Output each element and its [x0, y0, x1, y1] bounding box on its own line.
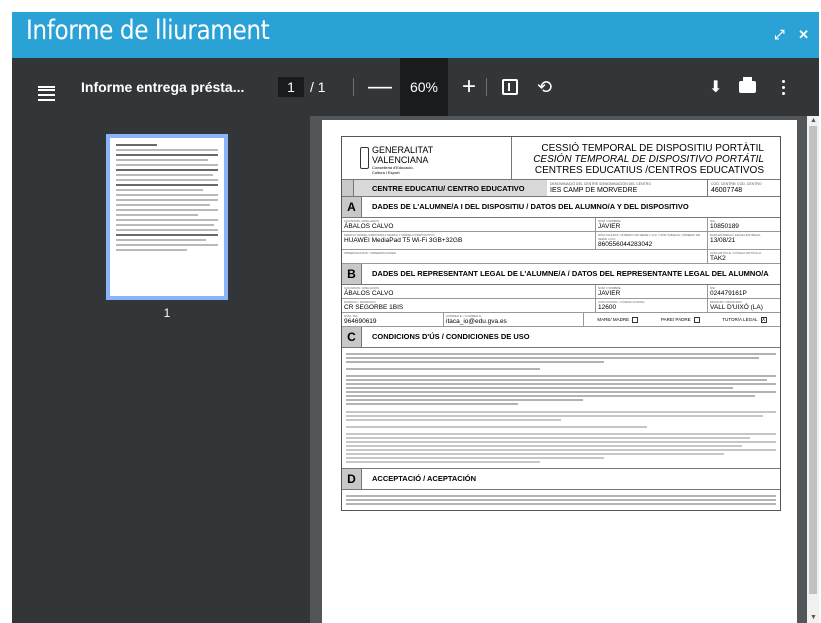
tutor-option: TUTOR/A LEGAL	[722, 316, 758, 322]
logo-subtext: Cultura i Esport	[372, 170, 400, 175]
address-row: DOMICILI / DOMICILIO CR SEGORBE 1BIS CODI…	[342, 299, 780, 313]
conditions-text	[342, 348, 780, 468]
dialog-title: Informe de lliurament	[26, 15, 270, 46]
address: CR SEGORBE 1BIS	[344, 304, 404, 311]
section-title: ACCEPTACIÓ / ACEPTACIÓN	[372, 474, 477, 483]
fit-page-icon[interactable]	[502, 58, 518, 116]
town: VALL D'UIXÓ (LA)	[710, 304, 763, 311]
toolbar-divider	[353, 78, 354, 96]
form-title-line: CENTRES EDUCATIUS /CENTROS EDUCATIVOS	[534, 165, 764, 176]
school-row: CENTRE EDUCATIU/ CENTRO EDUCATIVO DENOMI…	[342, 180, 780, 197]
thumbnail-sidebar: 1	[12, 116, 310, 623]
section-letter: D	[342, 469, 362, 489]
form-header: GENERALITAT VALENCIANA Conselleria d'Edu…	[342, 137, 780, 180]
document-title: Informe entrega présta...	[81, 79, 245, 95]
pdf-page: GENERALITAT VALENCIANA Conselleria d'Edu…	[322, 120, 797, 623]
zoom-in-button[interactable]: +	[462, 58, 476, 116]
section-a-header: A DADES DE L'ALUMNE/A I DEL DISPOSITIU /…	[342, 197, 780, 218]
student-name: JAVIER	[598, 223, 621, 230]
generalitat-logo: GENERALITAT VALENCIANA Conselleria d'Edu…	[342, 137, 512, 179]
device-model: HUAWEI MediaPad T5 Wi-Fi 3GB+32GB	[344, 237, 463, 244]
more-options-icon[interactable]	[782, 58, 785, 116]
menu-icon[interactable]	[38, 58, 56, 116]
article-code: TAK2	[710, 255, 726, 262]
contact-row: NÚM. TEL. 964690619 CORREU E. / CORREO E.…	[342, 313, 780, 327]
section-title: CONDICIONS D'ÚS / CONDICIONES DE USO	[372, 332, 530, 341]
logo-text-line: VALENCIANA	[372, 155, 429, 165]
phone: 964690619	[344, 318, 377, 325]
section-d-header: D ACCEPTACIÓ / ACEPTACIÓN	[342, 468, 780, 490]
section-letter: A	[342, 197, 362, 217]
section-letter: B	[342, 264, 362, 284]
device-serial: 860556044283042	[598, 241, 653, 248]
logo-emblem-icon	[360, 147, 369, 169]
mother-checkbox	[632, 316, 639, 323]
mother-option: MARE/ MADRE	[597, 316, 630, 322]
delivery-date: 13/08/21	[710, 237, 736, 244]
representative-dni: 024479161P	[710, 290, 747, 297]
page-thumbnail[interactable]	[106, 134, 228, 300]
section-c-header: C CONDICIONS D'ÚS / CONDICIONES DE USO	[342, 327, 780, 348]
representative-name: JAVIER	[598, 290, 621, 297]
father-checkbox	[693, 316, 700, 323]
total-pages: / 1	[310, 79, 326, 95]
dialog-frame: Informe de lliurament ⤢ ✕ Informe entreg…	[0, 0, 821, 623]
close-icon[interactable]: ✕	[798, 27, 809, 42]
tutor-checkbox: X	[760, 316, 767, 323]
scroll-down-icon[interactable]: ▼	[810, 614, 817, 621]
scrollbar-thumb[interactable]	[809, 126, 817, 594]
rotate-icon[interactable]: ⟲	[537, 58, 552, 116]
father-option: PARE/ PADRE	[660, 316, 691, 322]
current-page-input[interactable]: 1	[278, 77, 304, 97]
thumbnail-page-number: 1	[163, 306, 171, 320]
expand-icon[interactable]: ⤢	[774, 27, 784, 42]
form-title-line: CESSIÓ TEMPORAL DE DISPOSITIU PORTÀTIL	[541, 143, 764, 154]
school-code: 46007748	[711, 187, 743, 194]
postal-code: 12600	[598, 304, 617, 311]
page-indicator: 1 / 1	[278, 58, 326, 116]
student-surname: ÁBALOS CALVO	[344, 223, 394, 230]
section-title: DADES DE L'ALUMNE/A I DEL DISPOSITIU / D…	[372, 202, 689, 211]
student-nia: 10850189	[710, 223, 739, 230]
zoom-out-button[interactable]: —	[368, 58, 392, 116]
form-document: GENERALITAT VALENCIANA Conselleria d'Edu…	[341, 136, 781, 511]
dialog-header: Informe de lliurament ⤢ ✕	[12, 12, 819, 58]
school-name: IES CAMP DE MORVEDRE	[550, 187, 638, 194]
acceptance-text	[342, 490, 780, 510]
logo-text-line: GENERALITAT	[372, 145, 434, 155]
representative-surname: ÁBALOS CALVO	[344, 290, 394, 297]
student-row: COGNOMS / APELLIDOS ÁBALOS CALVO NOM / NO…	[342, 218, 780, 232]
school-label: CENTRE EDUCATIU/ CENTRO EDUCATIVO	[372, 183, 525, 193]
representative-row: COGNOMS / APELLIDOS ÁBALOS CALVO NOM / NO…	[342, 285, 780, 299]
section-letter: C	[342, 327, 362, 347]
zoom-input[interactable]: 60%	[400, 58, 448, 116]
scroll-up-icon[interactable]: ▲	[810, 117, 817, 124]
form-title: CESSIÓ TEMPORAL DE DISPOSITIU PORTÀTIL C…	[512, 137, 780, 179]
pdf-viewer[interactable]: GENERALITAT VALENCIANA Conselleria d'Edu…	[310, 116, 807, 623]
pdf-toolbar: Informe entrega présta... 1 / 1 — 60% + …	[12, 58, 819, 116]
section-b-header: B DADES DEL REPRESENTANT LEGAL DE L'ALUM…	[342, 264, 780, 285]
vertical-scrollbar[interactable]: ▲ ▼	[807, 116, 819, 623]
section-title: DADES DEL REPRESENTANT LEGAL DE L'ALUMNE…	[372, 269, 769, 278]
toolbar-divider	[486, 78, 487, 96]
email: itaca_io@edu.gva.es	[446, 318, 507, 325]
download-icon[interactable]: ⬇	[709, 58, 722, 116]
form-title-line: CESIÓN TEMPORAL DE DISPOSITIVO PORTÁTIL	[533, 154, 764, 165]
observations-row: OBSERVACIONS / OBSERVACIONES CODI ARTICL…	[342, 250, 780, 264]
print-icon[interactable]	[739, 58, 756, 116]
field-caption: NÚM TAULETA, NÚMERO DE SÈRIE o ICC / NÚM…	[598, 233, 701, 241]
device-row: MARCA I MODEL DISPOSITIU/ MARCA Y MODELO…	[342, 232, 780, 250]
